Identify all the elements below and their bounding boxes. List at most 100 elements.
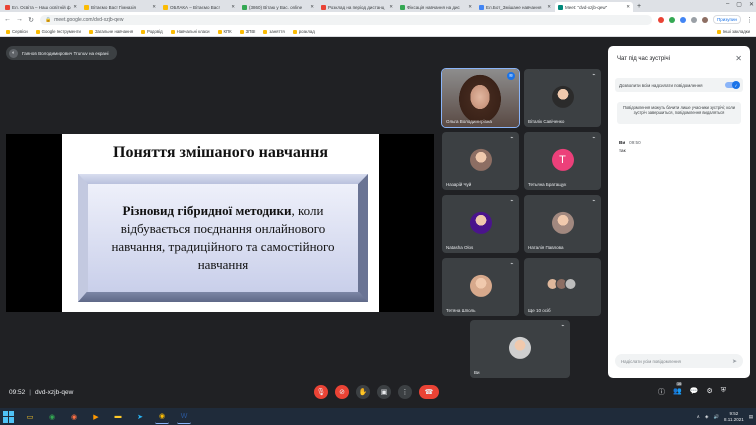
chrome-active-icon[interactable]: ◉ <box>155 410 169 424</box>
avatar <box>551 211 574 234</box>
chat-permission-toggle[interactable]: ✓ <box>725 81 740 89</box>
forward-icon[interactable]: → <box>16 16 23 23</box>
people-icon[interactable]: 👥 16 <box>673 382 683 397</box>
chat-permission-row: Дозволити всім надсилати повідомлення ✓ <box>615 78 743 92</box>
chat-input[interactable]: Надіслати усім повідомлення ➤ <box>615 354 743 368</box>
mic-muted-icon: ⌁ <box>510 261 514 267</box>
tab-close-icon[interactable]: ✕ <box>626 4 630 10</box>
participant-tile[interactable]: ⌁ Natasha Olos <box>442 195 519 253</box>
participant-tile[interactable]: ⌁ Віталік Савіченко <box>524 69 601 127</box>
bookmark-other[interactable]: Інші закладки <box>716 29 750 34</box>
bookmarks-bar: Сервіси Google Інструменти Загальне навчан… <box>0 27 756 37</box>
leave-call-button[interactable]: ☎ <box>419 385 439 399</box>
tab-close-icon[interactable]: ✕ <box>547 4 551 10</box>
bookmark-item[interactable]: заняття <box>263 29 285 34</box>
close-icon[interactable]: ✕ <box>735 54 742 63</box>
chrome-icon[interactable]: ◉ <box>45 410 59 424</box>
maximize-icon[interactable]: ▢ <box>736 1 742 8</box>
folder-icon[interactable]: ▬ <box>111 410 125 424</box>
bookmark-icon <box>141 29 146 34</box>
bookmark-item[interactable]: КПК <box>217 29 232 34</box>
volume-icon[interactable]: 🔊 <box>713 414 719 420</box>
shield-icon[interactable]: ⛨ <box>721 387 726 397</box>
close-window-icon[interactable]: ✕ <box>749 1 754 8</box>
bookmark-item[interactable]: розклад <box>292 29 315 34</box>
pause-button[interactable]: Призупин <box>713 15 741 24</box>
tab-close-icon[interactable]: ✕ <box>231 4 235 10</box>
tab-favicon-icon <box>558 4 563 10</box>
chat-icon[interactable]: 💬 <box>690 387 699 397</box>
tab-favicon-icon <box>479 4 484 10</box>
browser-tab[interactable]: Розклад на період дистанц ✕ <box>318 2 396 12</box>
participant-tile[interactable]: ⌁ Тетяна Шполь <box>442 258 519 316</box>
bookmark-item[interactable]: Загальне навчання <box>88 29 133 34</box>
participant-tile[interactable]: ⌁ Наталія Павлова <box>524 195 601 253</box>
browser-tab[interactable]: Ел. Освіта – Наш освітній ф ✕ <box>2 2 80 12</box>
chat-toggle-label: Дозволити всім надсилати повідомлення <box>619 82 703 88</box>
media-icon[interactable]: ▶ <box>89 410 103 424</box>
participant-count: 16 <box>676 382 683 386</box>
activities-icon[interactable]: ⚙ <box>706 387 712 397</box>
tab-close-icon[interactable]: ✕ <box>73 4 77 10</box>
tab-close-icon[interactable]: ✕ <box>310 4 314 10</box>
camera-off-button[interactable]: ⊘ <box>335 385 349 399</box>
participant-tile[interactable]: ≋ Ольга Володимирівна <box>441 68 520 128</box>
bookmark-item[interactable]: Сервіси <box>6 29 28 34</box>
chevron-up-icon[interactable]: ∧ <box>697 414 700 420</box>
raise-hand-button[interactable]: ✋ <box>356 385 370 399</box>
slide-body-bold: Різновид гібридної методики <box>122 203 292 218</box>
tab-label: Ел. Освіта – Наш освітній ф <box>12 4 71 10</box>
bookmark-item[interactable]: Google Інструменти <box>35 29 81 34</box>
message-time: 09:50 <box>629 140 641 145</box>
minimize-icon[interactable]: – <box>726 1 729 8</box>
explorer-icon[interactable]: ▭ <box>23 410 37 424</box>
url-input[interactable]: 🔒 meet.google.com/dvd-xzjb-qew <box>40 14 653 25</box>
telegram-icon[interactable]: ➤ <box>133 410 147 424</box>
windows-start-icon[interactable] <box>3 410 15 423</box>
bookmark-item[interactable]: Навчальні класи <box>170 29 210 34</box>
browser-tab[interactable]: ОБЛАКА – Вітаємо Вас! ✕ <box>160 2 238 12</box>
more-icon[interactable]: ⋮ <box>746 16 753 24</box>
presenter-banner: ◐ Гаянов Володимирович Trunuv на екрані <box>6 46 117 60</box>
puzzle-icon[interactable] <box>691 16 698 23</box>
participant-name: Ще 10 осіб <box>528 308 551 313</box>
bookmark-item[interactable]: ЗПВІ <box>239 29 255 34</box>
browser-tab[interactable]: Ел.Бот_Змішане навчання ✕ <box>476 2 554 12</box>
browser-tab[interactable]: Фіксація навчання на дис ✕ <box>397 2 475 12</box>
send-icon[interactable]: ➤ <box>732 358 737 365</box>
reload-icon[interactable]: ↻ <box>28 16 34 24</box>
profile-avatar[interactable] <box>702 16 709 23</box>
participant-name: Natasha Olos <box>446 245 474 250</box>
browser-tab[interactable]: Вітаємо Вас! Гімназія ✕ <box>81 2 159 12</box>
browser-tab[interactable]: Meet: "dvd-xzjb-qew" ✕ <box>555 2 633 12</box>
tab-strip: Ел. Освіта – Наш освітній ф ✕ Вітаємо Вас!… <box>0 0 756 12</box>
bookmark-item[interactable]: Родовід <box>141 29 163 34</box>
participant-name: Віталік Савіченко <box>528 119 565 124</box>
firefox-icon[interactable]: ◉ <box>67 410 81 424</box>
browser-tab[interactable]: (3860) Вітаю у Вас. online ✕ <box>239 2 317 12</box>
info-icon[interactable]: ⓘ <box>658 387 665 397</box>
back-icon[interactable]: ← <box>4 16 11 23</box>
extension-icon[interactable] <box>658 16 665 23</box>
mic-muted-icon: ⌁ <box>510 135 514 141</box>
extension-icon[interactable] <box>680 16 687 23</box>
tab-close-icon[interactable]: ✕ <box>152 4 156 10</box>
participant-tile[interactable]: ⌁ Назарій Чуй <box>442 132 519 190</box>
network-icon[interactable]: ◈ <box>705 414 708 420</box>
extension-icon[interactable] <box>669 16 676 23</box>
tab-label: Ел.Бот_Змішане навчання <box>486 4 542 10</box>
notifications-icon[interactable]: ▤ <box>749 414 753 420</box>
present-button[interactable]: ▣ <box>377 385 391 399</box>
more-options-button[interactable]: ⋮ <box>398 385 412 399</box>
mic-off-button[interactable]: 🎙 <box>314 385 328 399</box>
clock[interactable]: 9:52 8.11.2021 <box>724 411 744 422</box>
avatar <box>551 85 574 108</box>
tab-close-icon[interactable]: ✕ <box>468 4 472 10</box>
tab-close-icon[interactable]: ✕ <box>389 4 393 10</box>
participant-tile[interactable]: Ще 10 осіб <box>524 258 601 316</box>
participant-name: Ви <box>474 370 480 375</box>
participant-tile[interactable]: Т ⌁ Тетьяна Братащук <box>524 132 601 190</box>
new-tab-icon[interactable]: + <box>634 2 644 12</box>
participant-tile[interactable]: ⌁ Ви <box>470 320 570 378</box>
word-icon[interactable]: W <box>177 410 191 424</box>
